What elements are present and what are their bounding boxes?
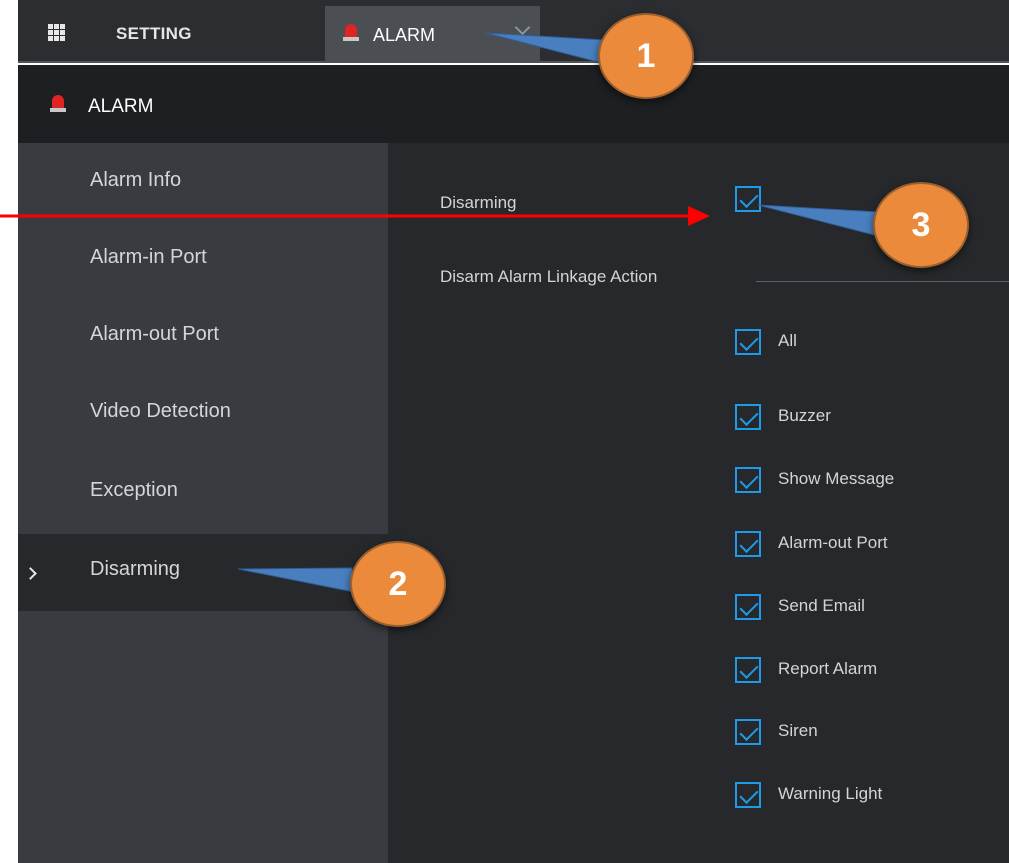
alarm-tab-label: ALARM	[373, 25, 436, 45]
warning-light-label: Warning Light	[778, 784, 883, 803]
siren-icon	[50, 95, 66, 113]
show-message-label: Show Message	[778, 469, 895, 488]
alarm-out-port-label: Alarm-out Port	[778, 533, 888, 552]
siren-label: Siren	[778, 721, 818, 740]
setting-tab[interactable]: SETTING	[116, 24, 192, 44]
grid-menu-icon[interactable]	[48, 24, 66, 42]
app-window: SETTING ALARM ALARM Alarm Info Alarm-in …	[0, 0, 1009, 863]
sidebar-item-video-detection[interactable]: Video Detection	[18, 374, 388, 451]
send-email-checkbox[interactable]	[735, 594, 761, 620]
section-header: ALARM	[18, 65, 1009, 143]
all-checkbox[interactable]	[735, 329, 761, 355]
sidebar-item-exception[interactable]: Exception	[18, 453, 388, 530]
report-alarm-checkbox[interactable]	[735, 657, 761, 683]
sidebar-item-alarm-in-port[interactable]: Alarm-in Port	[18, 220, 388, 297]
sidebar-item-label: Exception	[90, 479, 178, 501]
callout-badge-2: 2	[350, 541, 446, 627]
disarming-checkbox[interactable]	[735, 186, 761, 212]
checkmark-icon	[739, 331, 759, 352]
chevron-right-icon	[24, 567, 37, 580]
sidebar-item-disarming[interactable]: Disarming	[18, 534, 388, 611]
sidebar-item-label: Alarm Info	[90, 169, 182, 191]
checkmark-icon	[739, 596, 759, 617]
all-label: All	[778, 331, 797, 350]
disarming-label: Disarming	[440, 193, 517, 212]
siren-icon	[343, 24, 359, 42]
checkmark-icon	[739, 188, 759, 209]
checkmark-icon	[739, 469, 759, 490]
checkmark-icon	[739, 659, 759, 680]
chevron-down-icon[interactable]	[514, 19, 531, 36]
buzzer-checkbox[interactable]	[735, 404, 761, 430]
callout-number: 2	[388, 565, 408, 603]
siren-checkbox[interactable]	[735, 719, 761, 745]
buzzer-label: Buzzer	[778, 406, 831, 425]
callout-badge-1: 1	[598, 13, 694, 99]
sidebar-item-label: Disarming	[90, 558, 181, 580]
show-message-checkbox[interactable]	[735, 467, 761, 493]
alarm-out-port-checkbox[interactable]	[735, 531, 761, 557]
sidebar-item-alarm-out-port[interactable]: Alarm-out Port	[18, 297, 388, 374]
section-title: ALARM	[88, 96, 154, 117]
callout-number: 3	[911, 206, 931, 244]
linkage-title: Disarm Alarm Linkage Action	[440, 267, 658, 286]
sidebar: Alarm Info Alarm-in Port Alarm-out Port …	[18, 143, 388, 863]
sidebar-item-alarm-info[interactable]: Alarm Info	[18, 143, 388, 220]
checkmark-icon	[739, 784, 759, 805]
sidebar-item-label: Alarm-out Port	[90, 323, 219, 345]
report-alarm-label: Report Alarm	[778, 659, 878, 678]
checkmark-icon	[739, 721, 759, 742]
alarm-tab[interactable]: ALARM	[325, 6, 540, 63]
sidebar-item-label: Video Detection	[90, 400, 231, 422]
divider	[756, 281, 1009, 282]
sidebar-item-label: Alarm-in Port	[90, 246, 207, 268]
send-email-label: Send Email	[778, 596, 865, 615]
warning-light-checkbox[interactable]	[735, 782, 761, 808]
top-bar: SETTING ALARM	[18, 0, 1009, 63]
checkmark-icon	[739, 406, 759, 427]
callout-badge-3: 3	[873, 182, 969, 268]
callout-number: 1	[636, 37, 656, 75]
checkmark-icon	[739, 533, 759, 554]
